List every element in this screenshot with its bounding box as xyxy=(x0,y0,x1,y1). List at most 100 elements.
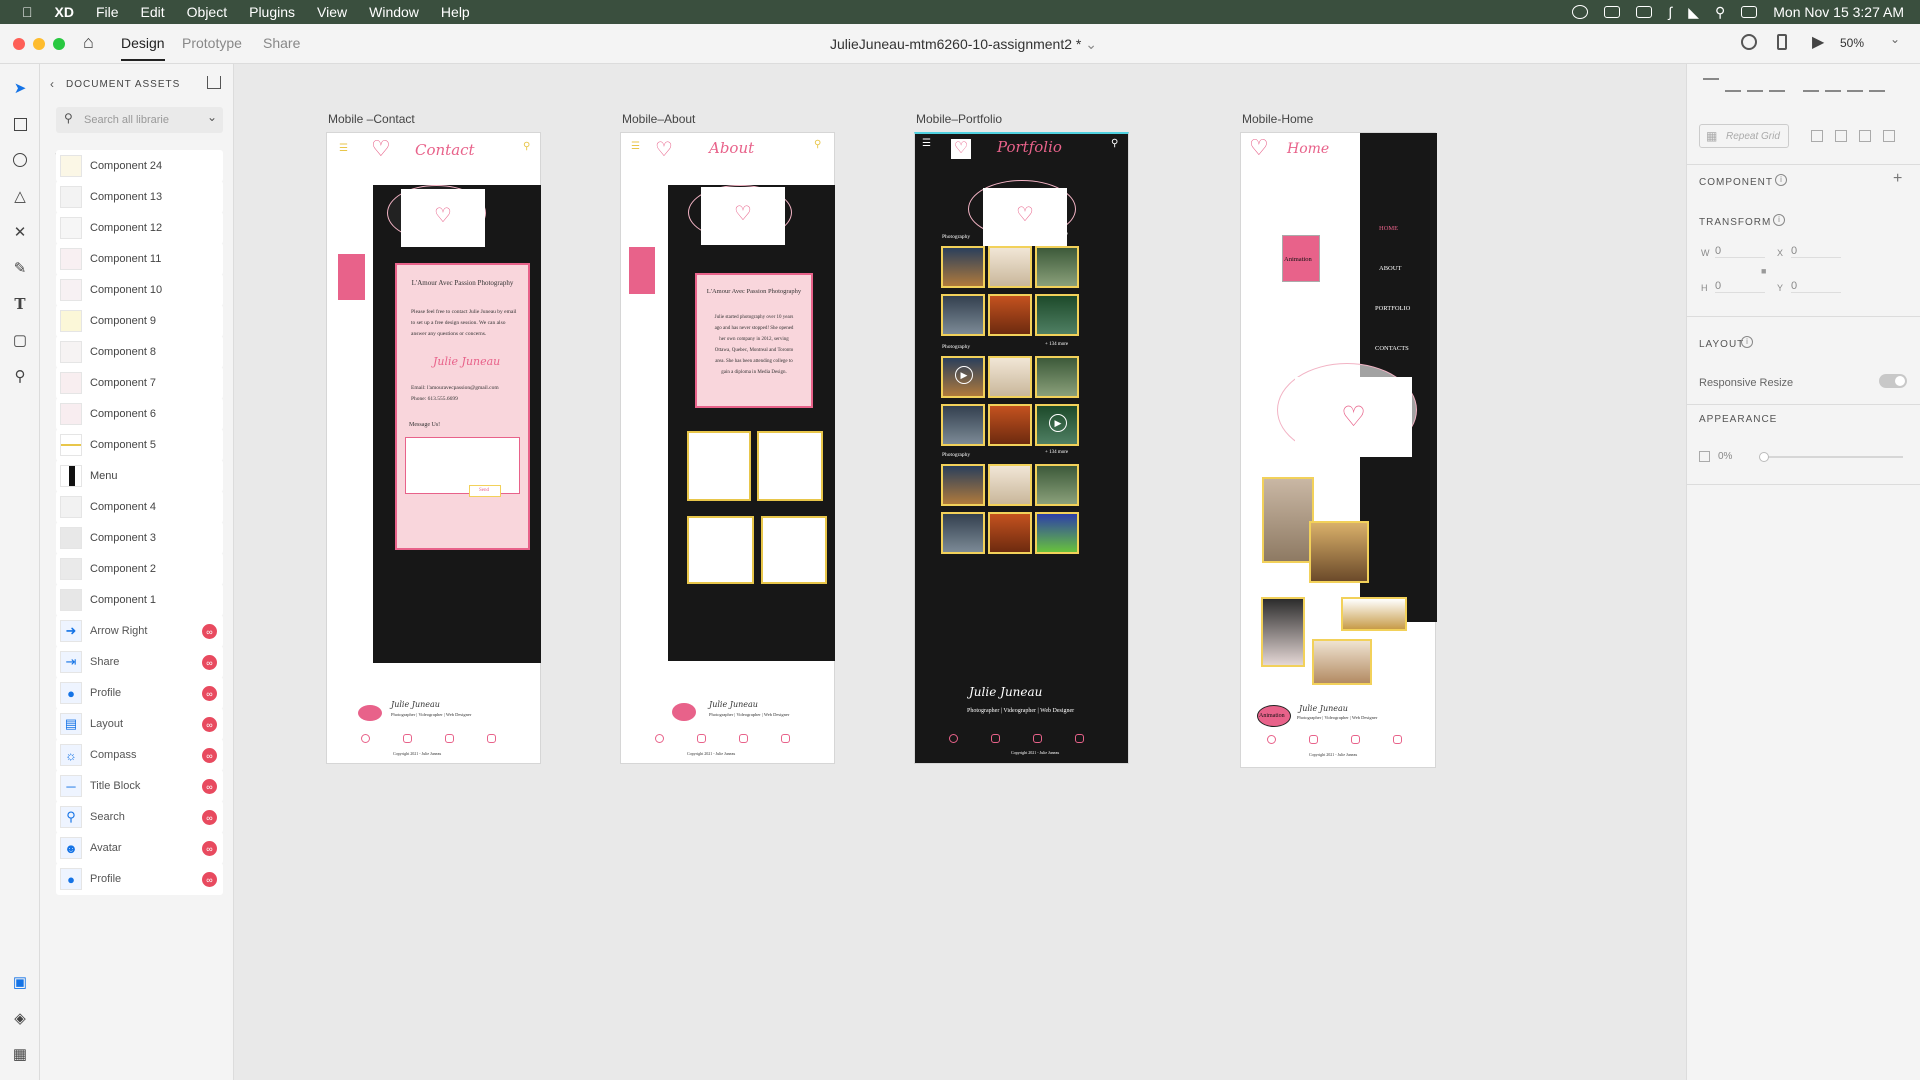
asset-item-arrow-right[interactable]: ➜ Arrow Right ∞ xyxy=(56,615,223,647)
linked-asset-icon[interactable]: ∞ xyxy=(202,624,217,639)
mobile-preview-icon[interactable] xyxy=(1777,34,1787,50)
display-icon[interactable] xyxy=(1636,6,1653,18)
asset-item-menu[interactable]: Menu xyxy=(56,460,223,492)
menu-view[interactable]: View xyxy=(306,0,358,24)
asset-item-component-12[interactable]: Component 12 xyxy=(56,212,223,244)
linked-asset-icon[interactable]: ∞ xyxy=(202,810,217,825)
asset-item-share[interactable]: ⇥ Share ∞ xyxy=(56,646,223,678)
select-tool-icon[interactable]: ➤ xyxy=(10,78,30,98)
wifi-icon[interactable]: ◣ xyxy=(1688,4,1699,21)
align-center-icon[interactable] xyxy=(1825,78,1841,92)
pen-tool-icon[interactable]: ✎ xyxy=(10,258,30,278)
linked-asset-icon[interactable]: ∞ xyxy=(202,686,217,701)
artboard-title-about[interactable]: Mobile–About xyxy=(622,112,695,126)
align-top-icon[interactable] xyxy=(1703,78,1719,92)
info-icon[interactable]: i xyxy=(1775,174,1787,186)
tab-share[interactable]: Share xyxy=(263,35,300,51)
asset-item-component-9[interactable]: Component 9 xyxy=(56,305,223,337)
menu-help[interactable]: Help xyxy=(430,0,481,24)
align-left-icon[interactable] xyxy=(1803,78,1819,92)
artboard-tool-icon[interactable]: ▢ xyxy=(10,330,30,350)
home-icon[interactable]: ⌂ xyxy=(83,32,94,53)
search-input[interactable]: Search all librarie xyxy=(84,114,169,126)
linked-asset-icon[interactable]: ∞ xyxy=(202,841,217,856)
repeat-grid-button[interactable]: ▦ Repeat Grid xyxy=(1699,124,1789,148)
line-tool-icon[interactable]: ✕ xyxy=(10,222,30,242)
distribute-horizontal-icon[interactable] xyxy=(1869,78,1885,92)
asset-item-component-8[interactable]: Component 8 xyxy=(56,336,223,368)
asset-item-component-11[interactable]: Component 11 xyxy=(56,243,223,275)
maximize-window-button[interactable] xyxy=(53,38,65,50)
asset-item-component-1[interactable]: Component 1 xyxy=(56,584,223,616)
search-chevron-icon[interactable]: ⌄ xyxy=(207,110,217,124)
asset-item-search[interactable]: ⚲ Search ∞ xyxy=(56,801,223,833)
linked-asset-icon[interactable]: ∞ xyxy=(202,717,217,732)
x-field[interactable]: 0 xyxy=(1791,245,1841,258)
boolean-exclude-icon[interactable] xyxy=(1883,130,1895,142)
distribute-vertical-icon[interactable] xyxy=(1769,78,1785,92)
asset-item-component-3[interactable]: Component 3 xyxy=(56,522,223,554)
back-chevron-icon[interactable]: ‹ xyxy=(50,77,54,91)
asset-item-layout[interactable]: ▤ Layout ∞ xyxy=(56,708,223,740)
add-component-icon[interactable]: + xyxy=(1893,170,1902,188)
zoom-icon[interactable] xyxy=(1604,6,1621,18)
close-window-button[interactable] xyxy=(13,38,25,50)
minimize-window-button[interactable] xyxy=(33,38,45,50)
canvas[interactable]: Mobile –Contact ☰ ♡ Contact ⚲ ♡ L'Amour … xyxy=(234,64,1686,1080)
asset-item-avatar[interactable]: ☻ Avatar ∞ xyxy=(56,832,223,864)
asset-item-title-block[interactable]: ─ Title Block ∞ xyxy=(56,770,223,802)
assets-panel-icon[interactable]: ▣ xyxy=(10,972,30,992)
lock-aspect-icon[interactable]: ■ xyxy=(1761,266,1766,276)
asset-item-profile[interactable]: ● Profile ∞ xyxy=(56,677,223,709)
linked-asset-icon[interactable]: ∞ xyxy=(202,655,217,670)
artboard-title-home[interactable]: Mobile-Home xyxy=(1242,112,1313,126)
align-right-icon[interactable] xyxy=(1847,78,1863,92)
document-title[interactable]: JulieJuneau-mtm6260-10-assignment2 * ⌄ xyxy=(830,36,1097,53)
ellipse-tool-icon[interactable] xyxy=(10,150,30,170)
menubar-clock[interactable]: Mon Nov 15 3:27 AM xyxy=(1773,4,1904,20)
plugins-panel-icon[interactable]: ▦ xyxy=(10,1044,30,1064)
info-icon[interactable]: i xyxy=(1773,214,1785,226)
align-bottom-icon[interactable] xyxy=(1747,78,1763,92)
opacity-value[interactable]: 0% xyxy=(1718,451,1732,462)
text-tool-icon[interactable]: T xyxy=(10,294,30,314)
asset-item-component-24[interactable]: Component 24 xyxy=(56,150,223,182)
library-search[interactable]: ⚲ Search all librarie ⌄ xyxy=(56,107,223,133)
boolean-intersect-icon[interactable] xyxy=(1859,130,1871,142)
height-field[interactable]: 0 xyxy=(1715,280,1765,293)
menu-object[interactable]: Object xyxy=(176,0,238,24)
spotlight-search-icon[interactable]: ⚲ xyxy=(1715,4,1725,21)
width-field[interactable]: 0 xyxy=(1715,245,1765,258)
linked-asset-icon[interactable]: ∞ xyxy=(202,779,217,794)
zoom-chevron-icon[interactable]: ⌄ xyxy=(1890,32,1900,46)
slider-knob[interactable] xyxy=(1759,452,1769,462)
tab-prototype[interactable]: Prototype xyxy=(182,35,242,51)
menu-edit[interactable]: Edit xyxy=(130,0,176,24)
opacity-slider[interactable] xyxy=(1759,452,1903,462)
zoom-tool-icon[interactable]: ⚲ xyxy=(10,366,30,386)
play-preview-icon[interactable]: ▶ xyxy=(1812,32,1824,52)
creative-cloud-icon[interactable] xyxy=(1572,5,1589,19)
artboard-home[interactable]: ♡ Home HOME ABOUT PORTFOLIO CONTACTS Ani… xyxy=(1240,132,1437,768)
menu-app[interactable]: XD xyxy=(44,0,85,24)
control-center-icon[interactable] xyxy=(1741,6,1758,18)
asset-item-component-10[interactable]: Component 10 xyxy=(56,274,223,306)
asset-item-component-7[interactable]: Component 7 xyxy=(56,367,223,399)
artboard-title-contact[interactable]: Mobile –Contact xyxy=(328,112,415,126)
rectangle-tool-icon[interactable] xyxy=(10,114,30,134)
y-field[interactable]: 0 xyxy=(1791,280,1841,293)
asset-item-profile[interactable]: ● Profile ∞ xyxy=(56,863,223,895)
zoom-level[interactable]: 50% xyxy=(1840,36,1864,50)
asset-item-component-4[interactable]: Component 4 xyxy=(56,491,223,523)
bluetooth-icon[interactable]: ∫ xyxy=(1668,4,1672,20)
menu-window[interactable]: Window xyxy=(358,0,430,24)
info-icon[interactable]: i xyxy=(1741,336,1753,348)
layers-panel-icon[interactable]: ◈ xyxy=(10,1008,30,1028)
artboard-title-portfolio[interactable]: Mobile–Portfolio xyxy=(916,112,1002,126)
align-middle-icon[interactable] xyxy=(1725,78,1741,92)
user-icon[interactable] xyxy=(1741,34,1757,50)
polygon-tool-icon[interactable]: △ xyxy=(10,186,30,206)
linked-asset-icon[interactable]: ∞ xyxy=(202,872,217,887)
tab-design[interactable]: Design xyxy=(121,35,165,61)
apple-icon[interactable]:  xyxy=(0,0,44,24)
